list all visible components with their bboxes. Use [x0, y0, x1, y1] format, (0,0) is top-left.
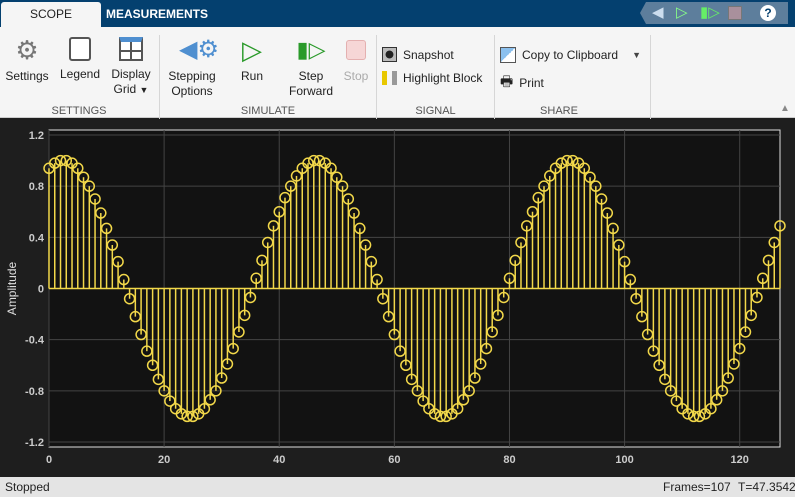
gear-icon: ⚙ — [15, 35, 39, 65]
group-label-signal: SIGNAL — [415, 105, 456, 117]
y-tick-label: 0.4 — [29, 232, 45, 244]
stepping-label: Stepping — [168, 69, 216, 83]
step-label: Step — [298, 69, 324, 83]
print-button[interactable]: 🖶 Print — [500, 71, 544, 95]
display-grid-button[interactable]: Display Grid ▼ — [108, 37, 154, 98]
grid-layout-icon — [119, 37, 143, 61]
dropdown-arrow-icon[interactable]: ▼ — [632, 50, 641, 60]
stepping-options-button[interactable]: ◀⚙ Stepping Options — [164, 37, 220, 99]
copy-label: Copy to Clipboard — [522, 48, 619, 62]
x-tick-label: 100 — [615, 454, 633, 466]
status-bar: Stopped Frames=107 T=47.3542 — [0, 477, 795, 497]
group-label-simulate: SIMULATE — [240, 105, 296, 117]
stop-label: Stop — [343, 69, 369, 83]
settings-label: Settings — [5, 69, 49, 83]
x-tick-label: 60 — [388, 454, 400, 466]
copy-to-clipboard-button[interactable]: Copy to Clipboard ▼ — [500, 47, 641, 63]
tab-bar: SCOPE MEASUREMENTS ◀ ▷ ▮▷ ? — [0, 0, 795, 27]
group-label-share: SHARE — [540, 105, 578, 117]
sim-time: T=47.3542 — [738, 480, 795, 494]
legend-label: Legend — [59, 67, 101, 81]
step-label-2: Forward — [288, 84, 333, 98]
y-tick-label: 0.8 — [29, 181, 44, 193]
run-button[interactable]: ▷ Run — [232, 37, 272, 84]
group-label-settings: SETTINGS — [51, 105, 107, 117]
status-state: Stopped — [5, 480, 50, 494]
copy-icon — [500, 47, 516, 63]
x-tick-label: 40 — [273, 454, 285, 466]
stop-button[interactable]: Stop — [340, 37, 372, 84]
step-forward-icon[interactable]: ▮▷ — [700, 4, 720, 22]
highlight-block-button[interactable]: Highlight Block — [382, 71, 482, 85]
stem-chart: 0 20 40 60 80 100 120 1.2 0.8 0.4 0 -0.4 -0.8 -1.2 Amp… — [5, 129, 786, 466]
toolstrip: ⚙ Settings Legend Display Grid ▼ SETTING… — [0, 27, 795, 119]
settings-button[interactable]: ⚙ Settings — [4, 37, 50, 84]
step-forward-button[interactable]: ▮▷ Step Forward — [286, 37, 336, 99]
snapshot-label: Snapshot — [403, 47, 454, 62]
divider — [650, 35, 651, 119]
highlight-label: Highlight Block — [403, 71, 483, 85]
stepping-label-2: Options — [171, 84, 213, 98]
legend-button[interactable]: Legend — [58, 37, 102, 82]
printer-icon: 🖶 — [500, 73, 514, 89]
display-grid-label-2: Grid — [113, 82, 137, 96]
stepping-options-icon: ◀⚙ — [179, 36, 219, 63]
x-tick-label: 120 — [731, 454, 749, 466]
step-forward-icon: ▮▷ — [296, 37, 326, 62]
display-grid-label: Display — [111, 67, 151, 81]
frames-count: Frames=107 — [663, 480, 731, 494]
y-tick-label: 0 — [38, 284, 44, 296]
tab-scope[interactable]: SCOPE — [1, 2, 101, 27]
quick-access-toolbar: ◀ ▷ ▮▷ ? — [640, 2, 788, 24]
run-icon: ▷ — [242, 35, 262, 65]
y-tick-label: -0.4 — [25, 335, 45, 347]
x-tick-label: 80 — [503, 454, 515, 466]
collapse-toolstrip-icon[interactable]: ▲ — [780, 103, 790, 114]
scope-plot: 0 20 40 60 80 100 120 1.2 0.8 0.4 0 -0.4 -0.8 -1.2 Amp… — [0, 118, 795, 477]
y-axis-label: Amplitude — [5, 262, 19, 316]
y-tick-label: -0.8 — [25, 386, 44, 398]
run-icon[interactable]: ▷ — [676, 4, 688, 22]
x-tick-label: 0 — [46, 454, 52, 466]
camera-icon — [382, 47, 397, 62]
stop-icon[interactable] — [728, 6, 742, 20]
highlight-block-icon — [382, 71, 397, 85]
snapshot-button[interactable]: Snapshot — [382, 47, 454, 62]
y-tick-label: 1.2 — [29, 130, 44, 142]
legend-icon — [69, 37, 91, 61]
print-label: Print — [519, 76, 544, 90]
stepping-options-icon[interactable]: ◀ — [652, 4, 664, 22]
run-label: Run — [240, 69, 263, 83]
x-tick-label: 20 — [158, 454, 170, 466]
help-icon[interactable]: ? — [760, 5, 776, 21]
dropdown-arrow-icon: ▼ — [139, 85, 149, 95]
stop-icon — [346, 40, 366, 60]
tab-measurements[interactable]: MEASUREMENTS — [104, 2, 210, 27]
y-tick-label: -1.2 — [25, 437, 44, 449]
